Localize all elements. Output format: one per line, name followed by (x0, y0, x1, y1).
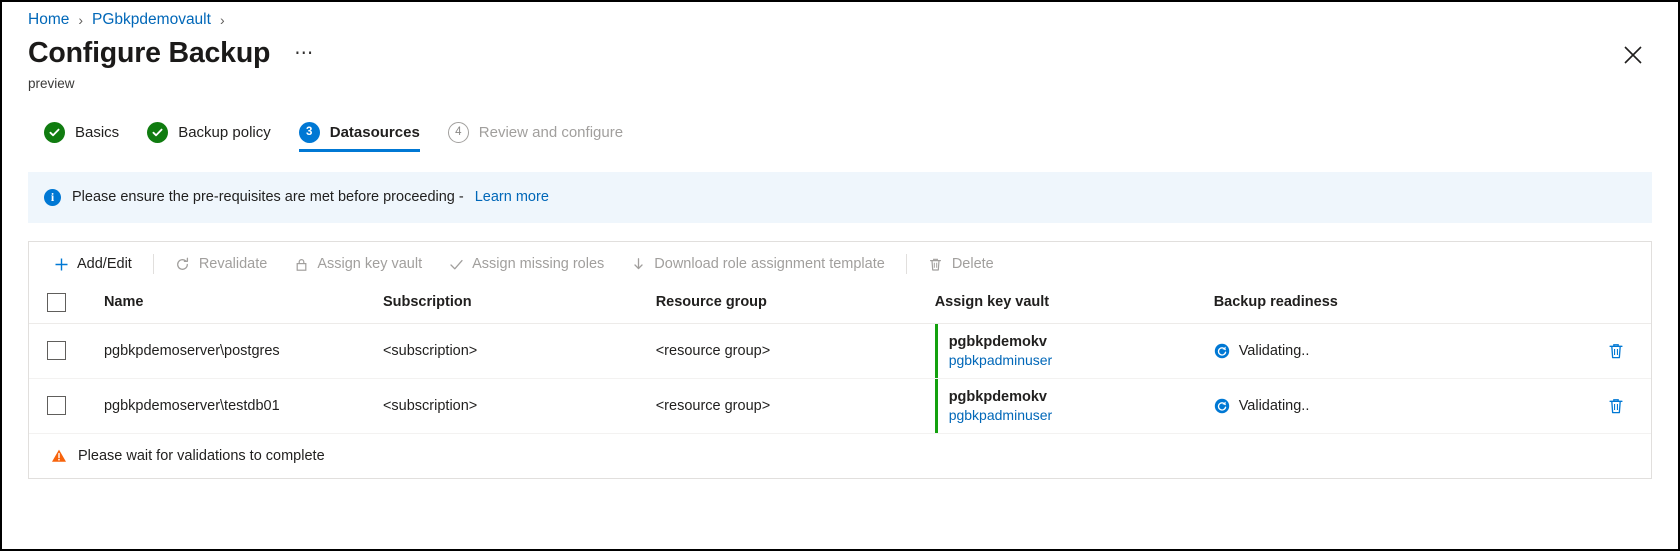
more-options-button[interactable]: ⋯ (290, 44, 319, 63)
datasources-table: Name Subscription Resource group Assign … (29, 286, 1651, 434)
wizard-step-label: Basics (75, 123, 120, 141)
wizard-step-review-and-configure[interactable]: 4 Review and configure (442, 121, 645, 152)
breadcrumb: Home › PGbkpdemovault › (28, 2, 1652, 29)
datasources-card: Add/Edit Revalidate Assign key vault Ass… (28, 240, 1652, 479)
close-icon[interactable] (1618, 40, 1648, 70)
table-header-row: Name Subscription Resource group Assign … (29, 286, 1651, 324)
info-banner-text: Please ensure the pre-requisites are met… (72, 189, 464, 206)
cell-subscription: <subscription> (382, 323, 656, 379)
cell-backup-readiness: Validating.. (1213, 323, 1527, 379)
row-select-cell (29, 378, 104, 434)
download-role-assignment-template-button[interactable]: Download role assignment template (617, 251, 898, 277)
assign-key-vault-button[interactable]: Assign key vault (280, 251, 435, 277)
info-icon: i (44, 188, 61, 206)
row-checkbox[interactable] (47, 341, 66, 361)
cell-assign-key-vault: pgbkpdemokv pgbkpadminuser (934, 378, 1214, 434)
lock-icon (293, 256, 309, 272)
wizard-step-label: Datasources (329, 123, 420, 141)
cell-resource-group: <resource group> (655, 323, 935, 379)
toolbar-button-label: Add/Edit (77, 256, 132, 273)
row-delete-icon[interactable] (1607, 342, 1625, 360)
cell-row-actions (1526, 378, 1651, 434)
key-vault-name: pgbkpdemokv (948, 333, 1047, 350)
toolbar-separator (152, 254, 154, 275)
trash-icon (928, 256, 944, 272)
page-title: Configure Backup (28, 37, 271, 69)
wizard-step-datasources[interactable]: 3 Datasources (293, 121, 442, 152)
validation-warning-text: Please wait for validations to complete (78, 447, 325, 464)
datasources-toolbar: Add/Edit Revalidate Assign key vault Ass… (29, 242, 1651, 287)
key-vault-name: pgbkpdemokv (948, 388, 1047, 405)
plus-icon (53, 256, 69, 272)
column-header-name: Name (103, 286, 383, 324)
refresh-icon (175, 256, 191, 272)
select-all-checkbox[interactable] (47, 292, 66, 312)
toolbar-button-label: Delete (951, 256, 994, 273)
row-delete-icon[interactable] (1607, 397, 1625, 415)
cell-name: pgbkpdemoserver\testdb01 (103, 378, 383, 434)
key-vault-user-link[interactable]: pgbkpadminuser (949, 352, 1053, 368)
row-select-cell (29, 323, 104, 379)
column-header-actions (1526, 286, 1651, 324)
column-header-resource-group: Resource group (655, 286, 935, 324)
column-header-backup-readiness: Backup readiness (1213, 286, 1527, 324)
wizard-step-backup-policy[interactable]: Backup policy (141, 121, 293, 152)
wizard-step-label: Backup policy (178, 123, 271, 141)
warning-icon (51, 448, 67, 464)
step-number-badge: 3 (298, 121, 320, 143)
wizard-step-label: Review and configure (478, 123, 624, 141)
breadcrumb-separator-icon: › (78, 12, 84, 28)
step-complete-icon (147, 121, 169, 143)
breadcrumb-item-vault[interactable]: PGbkpdemovault (92, 11, 211, 29)
download-icon (630, 256, 646, 272)
key-vault-user-link[interactable]: pgbkpadminuser (949, 407, 1053, 423)
row-checkbox[interactable] (47, 396, 66, 416)
readiness-status-text: Validating.. (1238, 397, 1310, 414)
revalidate-button[interactable]: Revalidate (162, 251, 281, 277)
info-banner: i Please ensure the pre-requisites are m… (28, 171, 1652, 223)
cell-subscription: <subscription> (382, 378, 656, 434)
check-icon (448, 256, 464, 272)
toolbar-button-label: Revalidate (198, 256, 268, 273)
learn-more-link[interactable]: Learn more (475, 189, 549, 205)
sync-icon (1214, 343, 1230, 359)
step-complete-icon (44, 121, 65, 143)
step-number-badge: 4 (447, 121, 469, 143)
select-all-header (29, 286, 104, 324)
breadcrumb-separator-icon: › (219, 12, 225, 28)
delete-button[interactable]: Delete (915, 251, 1007, 277)
add-edit-button[interactable]: Add/Edit (40, 251, 145, 277)
screenshot-frame: Home › PGbkpdemovault › Configure Backup… (0, 0, 1680, 551)
wizard-steps: Basics Backup policy 3 Datasources 4 Rev… (28, 121, 1652, 152)
readiness-status-text: Validating.. (1238, 342, 1310, 359)
cell-resource-group: <resource group> (655, 378, 935, 434)
cell-assign-key-vault: pgbkpdemokv pgbkpadminuser (934, 323, 1214, 379)
preview-label: preview (28, 75, 75, 91)
table-row[interactable]: pgbkpdemoserver\testdb01 <subscription> … (29, 378, 1651, 434)
sync-icon (1214, 398, 1230, 414)
toolbar-button-label: Download role assignment template (654, 256, 885, 273)
wizard-step-basics[interactable]: Basics (38, 121, 141, 152)
cell-row-actions (1526, 323, 1651, 379)
validation-warning-row: Please wait for validations to complete (29, 434, 1651, 478)
column-header-subscription: Subscription (382, 286, 656, 324)
toolbar-button-label: Assign key vault (317, 256, 423, 273)
cell-name: pgbkpdemoserver\postgres (103, 323, 383, 379)
column-header-assign-key-vault: Assign key vault (934, 286, 1214, 324)
active-step-underline (298, 149, 420, 152)
page-title-row: Configure Backup ⋯ (28, 37, 1652, 70)
cell-backup-readiness: Validating.. (1213, 378, 1527, 434)
breadcrumb-item-home[interactable]: Home (28, 11, 69, 29)
toolbar-separator (905, 254, 907, 275)
table-row[interactable]: pgbkpdemoserver\postgres <subscription> … (29, 323, 1651, 379)
assign-missing-roles-button[interactable]: Assign missing roles (435, 251, 617, 277)
toolbar-button-label: Assign missing roles (472, 256, 605, 273)
